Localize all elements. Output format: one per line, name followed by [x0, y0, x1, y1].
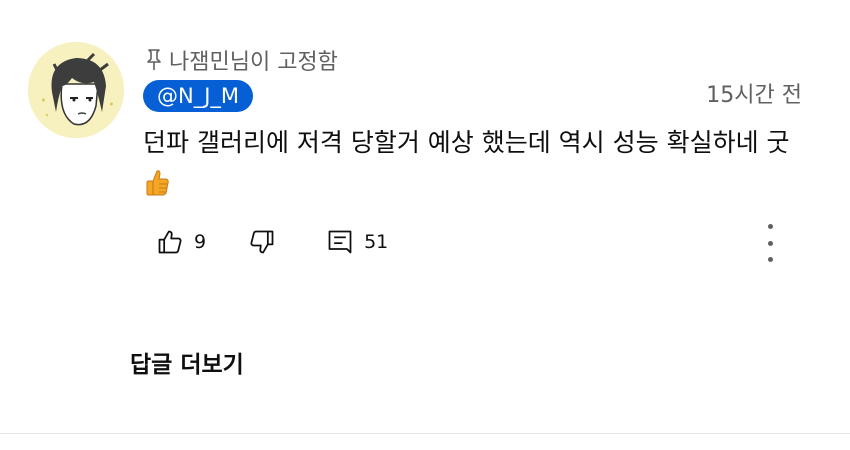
like-count: 9 — [194, 231, 207, 253]
comment-actions: 9 51 — [156, 224, 388, 260]
like-icon — [156, 228, 184, 256]
thumbs-up-emoji-icon — [145, 168, 171, 198]
more-vertical-icon-dot — [767, 224, 773, 229]
pinned-comment: 나잼민님이 고정함 @N_J_M 15시간 전 던파 갤러리에 저격 당할거 예… — [0, 0, 850, 450]
comment-text: 던파 갤러리에 저격 당할거 예상 했는데 역시 성능 확실하네 굿 — [143, 128, 790, 157]
more-replies-button[interactable]: 답글 더보기 — [130, 345, 244, 379]
reply-count: 51 — [364, 231, 389, 253]
pinned-indicator: 나잼민님이 고정함 — [145, 44, 338, 76]
divider — [0, 433, 850, 434]
more-vertical-icon-dot — [767, 257, 773, 262]
reply-icon — [326, 228, 354, 256]
author-handle-badge[interactable]: @N_J_M — [143, 80, 254, 112]
avatar-illustration-icon — [28, 42, 124, 138]
like-button[interactable]: 9 — [156, 228, 206, 256]
more-vertical-button[interactable] — [756, 224, 784, 262]
reply-button[interactable]: 51 — [326, 228, 388, 256]
dislike-button[interactable] — [248, 228, 276, 256]
comment-timestamp[interactable]: 15시간 전 — [706, 80, 802, 112]
avatar[interactable] — [28, 42, 124, 138]
more-vertical-icon-dot — [767, 240, 773, 246]
dislike-icon — [248, 228, 276, 256]
pin-icon — [145, 48, 163, 72]
comment-body: 던파 갤러리에 저격 당할거 예상 했는데 역시 성능 확실하네 굿 — [143, 122, 813, 206]
pinned-label: 나잼민님이 고정함 — [169, 50, 338, 75]
